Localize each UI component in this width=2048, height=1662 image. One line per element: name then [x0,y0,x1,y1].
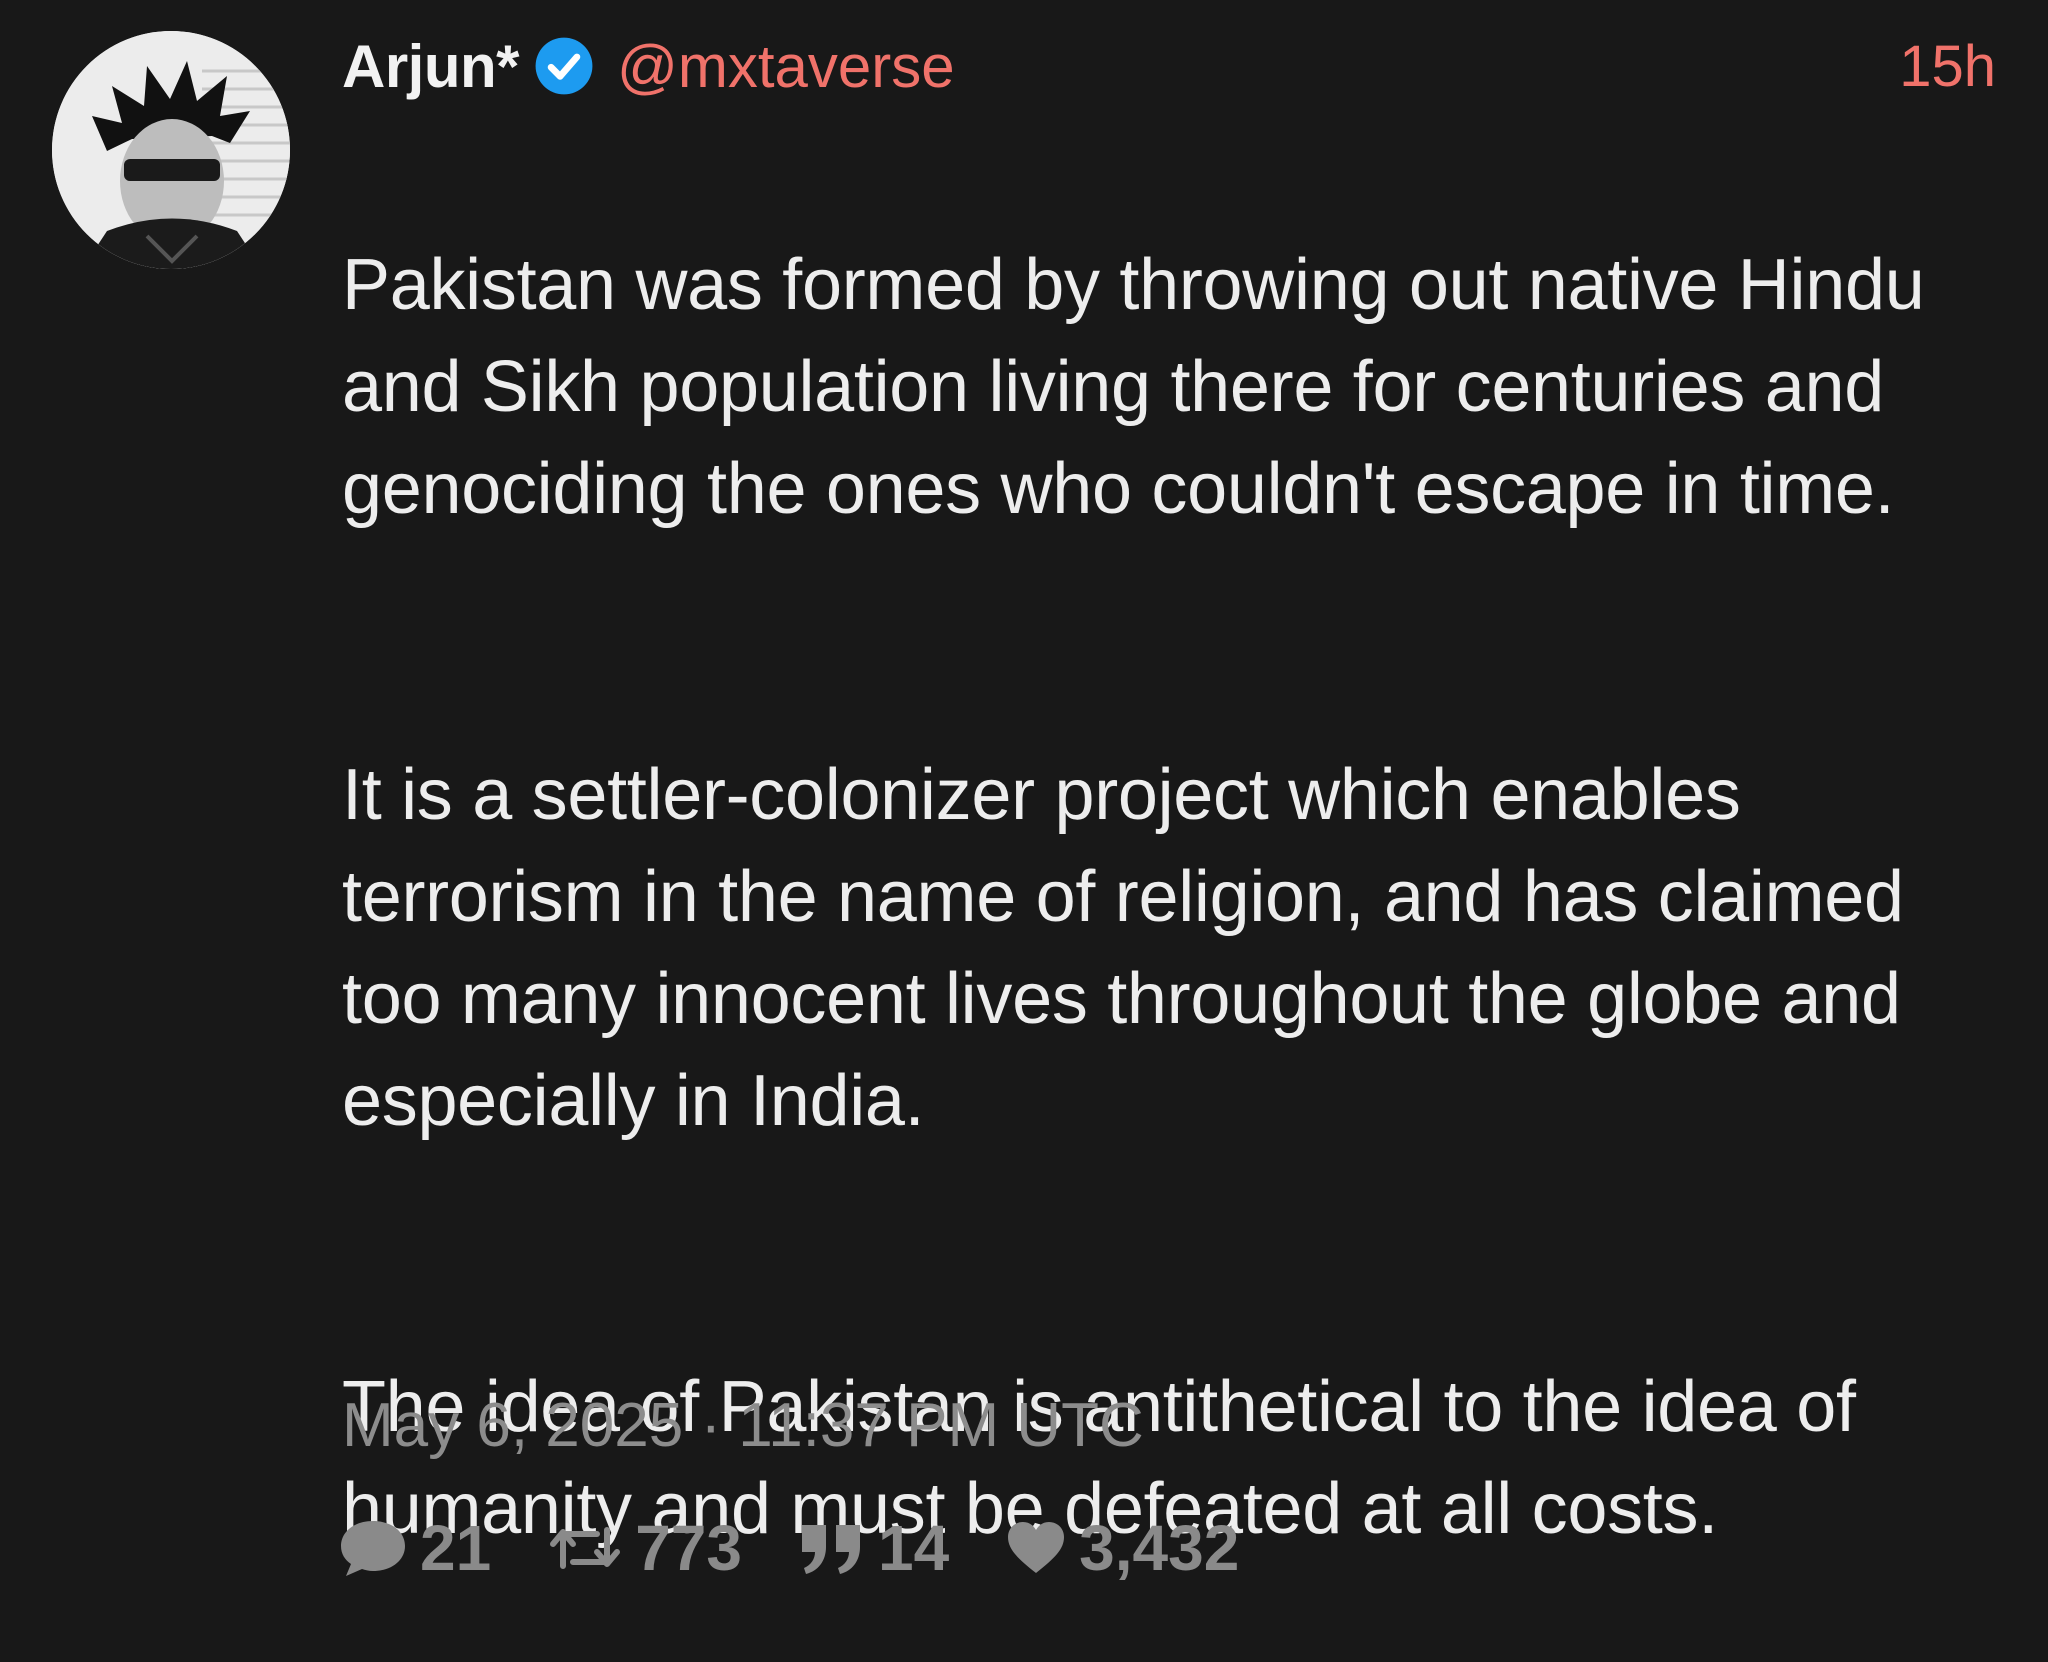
tweet-timestamp[interactable]: May 6, 2025 · 11:37 PM UTC [342,1390,1144,1461]
quote-stat[interactable]: 14 [798,1511,949,1585]
verified-badge-icon [535,37,593,95]
username-handle[interactable]: @mxtaverse [617,32,955,101]
reply-bubble-icon [341,1521,405,1576]
tweet-paragraph-2: It is a settler-colonizer project which … [342,755,1904,1141]
reply-count: 21 [420,1512,492,1584]
reply-stat[interactable]: 21 [338,1511,491,1585]
retweet-stat[interactable]: 773 [547,1511,742,1585]
retweet-count: 773 [635,1512,742,1584]
relative-time[interactable]: 15h [1899,33,1996,100]
avatar-image [52,31,290,269]
tweet-paragraph-1: Pakistan was formed by throwing out nati… [342,245,1925,529]
tweet-card: Arjun* @mxtaverse 15h Pakistan was forme… [0,0,2048,1627]
like-count: 3,432 [1079,1512,1240,1584]
quote-icon [801,1525,860,1574]
avatar[interactable] [52,31,290,269]
like-stat[interactable]: 3,432 [1005,1511,1239,1585]
retweet-icon [550,1527,621,1569]
quote-count: 14 [877,1512,950,1584]
display-name[interactable]: Arjun* [342,32,520,101]
tweet-stats: 21 773 14 3,432 [338,1506,1295,1590]
tweet-header: Arjun* @mxtaverse 15h [342,28,1996,104]
heart-icon [1008,1522,1065,1573]
